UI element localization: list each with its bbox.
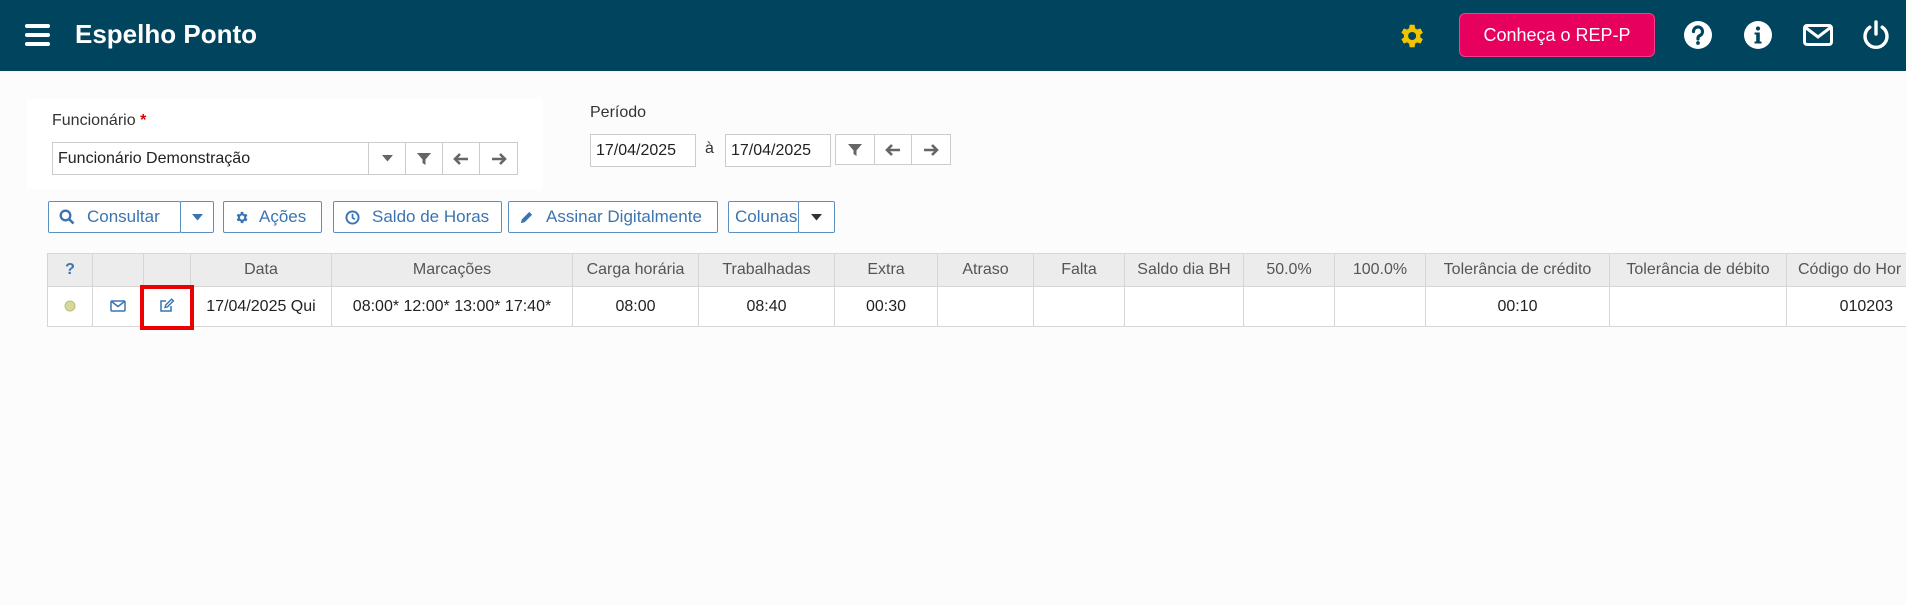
column-header-extra[interactable]: Extra bbox=[835, 253, 938, 287]
colunas-button[interactable]: Colunas bbox=[728, 201, 799, 233]
cell-marcacoes: 08:00* 12:00* 13:00* 17:40* bbox=[332, 287, 573, 327]
info-icon[interactable] bbox=[1742, 19, 1774, 51]
edit-column-header bbox=[144, 253, 191, 287]
cell-tolerancia-debito bbox=[1610, 287, 1787, 327]
cog-icon bbox=[236, 211, 248, 223]
period-prev-button[interactable] bbox=[874, 134, 912, 165]
cell-extra: 00:30 bbox=[835, 287, 938, 327]
cell-codigo-horario: 010203 bbox=[1787, 287, 1906, 327]
status-cell bbox=[47, 287, 93, 327]
column-header-saldo-dia-bh[interactable]: Saldo dia BH bbox=[1125, 253, 1244, 287]
column-header-carga-horaria[interactable]: Carga horária bbox=[573, 253, 699, 287]
pencil-icon bbox=[520, 211, 533, 223]
arrow-left-icon bbox=[885, 143, 900, 156]
filter-icon bbox=[417, 152, 431, 165]
caret-down-icon bbox=[191, 213, 203, 220]
caret-down-icon bbox=[811, 213, 822, 220]
acoes-label: Ações bbox=[259, 207, 307, 226]
employee-input[interactable]: Funcionário Demonstração bbox=[52, 142, 369, 175]
rep-p-button[interactable]: Conheça o REP-P bbox=[1459, 13, 1655, 57]
edit-icon[interactable] bbox=[159, 298, 175, 313]
column-header-tolerancia-debito[interactable]: Tolerância de débito bbox=[1610, 253, 1787, 287]
column-header-tolerancia-credito[interactable]: Tolerância de crédito bbox=[1426, 253, 1610, 287]
cell-50 bbox=[1244, 287, 1335, 327]
column-header-falta[interactable]: Falta bbox=[1034, 253, 1125, 287]
assinar-digitalmente-button[interactable]: Assinar Digitalmente bbox=[508, 201, 718, 233]
colunas-label: Colunas bbox=[735, 207, 798, 226]
date-separator: à bbox=[705, 140, 714, 157]
cell-falta bbox=[1034, 287, 1125, 327]
arrow-right-icon bbox=[491, 152, 507, 165]
gear-icon[interactable] bbox=[1396, 21, 1426, 51]
saldo-label: Saldo de Horas bbox=[372, 207, 490, 226]
cell-atraso bbox=[938, 287, 1034, 327]
date-from-input[interactable]: 17/04/2025 bbox=[590, 134, 696, 167]
clock-icon bbox=[345, 209, 360, 225]
power-icon[interactable] bbox=[1860, 19, 1892, 51]
cell-carga-horaria: 08:00 bbox=[573, 287, 699, 327]
caret-down-icon bbox=[381, 155, 393, 162]
arrow-left-icon bbox=[453, 152, 468, 165]
help-icon[interactable] bbox=[1682, 19, 1714, 51]
envelope-icon[interactable] bbox=[110, 300, 126, 312]
employee-label: Funcionário * bbox=[52, 112, 147, 129]
column-header-codigo-horario[interactable]: Código do Hor bbox=[1787, 253, 1906, 287]
help-column-header[interactable]: ? bbox=[47, 253, 93, 287]
status-dot-icon bbox=[64, 300, 76, 312]
column-header-100[interactable]: 100.0% bbox=[1335, 253, 1426, 287]
cell-tolerancia-credito: 00:10 bbox=[1426, 287, 1610, 327]
acoes-button[interactable]: Ações bbox=[223, 201, 322, 233]
column-header-atraso[interactable]: Atraso bbox=[938, 253, 1034, 287]
date-to-input[interactable]: 17/04/2025 bbox=[725, 134, 831, 167]
edit-cell[interactable] bbox=[144, 287, 191, 327]
colunas-dropdown-button[interactable] bbox=[798, 201, 835, 233]
mail-column-header bbox=[93, 253, 144, 287]
cell-100 bbox=[1335, 287, 1426, 327]
search-icon bbox=[59, 209, 75, 225]
employee-prev-button[interactable] bbox=[443, 142, 480, 175]
period-label: Período bbox=[590, 104, 647, 121]
column-header-data[interactable]: Data bbox=[191, 253, 332, 287]
employee-dropdown-button[interactable] bbox=[369, 142, 406, 175]
filter-icon bbox=[848, 143, 862, 156]
arrow-right-icon bbox=[924, 143, 939, 156]
cell-trabalhadas: 08:40 bbox=[699, 287, 835, 327]
assinar-label: Assinar Digitalmente bbox=[546, 207, 702, 226]
required-mark: * bbox=[140, 112, 147, 129]
consultar-button[interactable]: Consultar bbox=[48, 201, 181, 233]
period-next-button[interactable] bbox=[911, 134, 951, 165]
time-entries-table: ? Data Marcações Carga horária Trabalhad… bbox=[47, 253, 1906, 327]
cell-saldo-dia-bh bbox=[1125, 287, 1244, 327]
consultar-label: Consultar bbox=[87, 207, 160, 226]
period-filter-button[interactable] bbox=[835, 134, 875, 165]
column-header-marcacoes[interactable]: Marcações bbox=[332, 253, 573, 287]
mail-cell[interactable] bbox=[93, 287, 144, 327]
cell-data: 17/04/2025 Qui bbox=[191, 287, 332, 327]
mail-icon[interactable] bbox=[1802, 19, 1834, 51]
employee-filter-button[interactable] bbox=[406, 142, 443, 175]
menu-icon[interactable] bbox=[25, 24, 50, 46]
column-header-50[interactable]: 50.0% bbox=[1244, 253, 1335, 287]
top-navbar: Espelho Ponto Conheça o REP-P bbox=[0, 0, 1906, 71]
page-title: Espelho Ponto bbox=[75, 19, 257, 49]
consultar-dropdown-button[interactable] bbox=[180, 201, 214, 233]
column-header-trabalhadas[interactable]: Trabalhadas bbox=[699, 253, 835, 287]
employee-next-button[interactable] bbox=[480, 142, 518, 175]
saldo-de-horas-button[interactable]: Saldo de Horas bbox=[333, 201, 502, 233]
